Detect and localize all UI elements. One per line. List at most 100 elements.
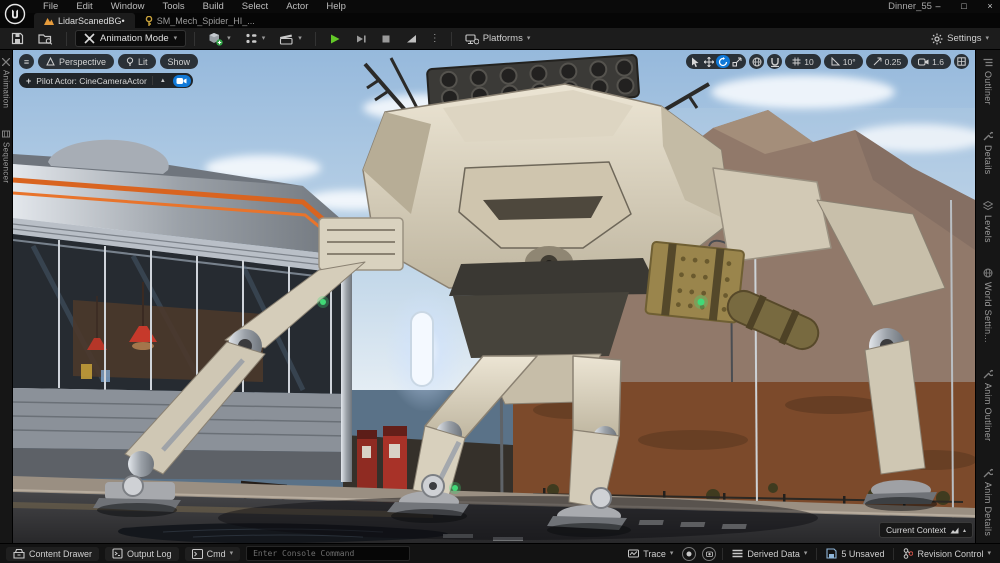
tab-levels-label: Levels (983, 215, 993, 243)
platforms-dropdown[interactable]: Platforms ▾ (460, 31, 536, 47)
add-actor-button[interactable]: ▾ (203, 30, 236, 48)
world-local-toggle[interactable] (749, 54, 764, 69)
trace-dropdown[interactable]: Trace ▾ (625, 549, 676, 559)
menu-actor[interactable]: Actor (277, 0, 317, 13)
chevron-down-icon: ▾ (298, 35, 302, 42)
pilot-actor-bar[interactable]: + Pilot Actor: CineCameraActor ▲ (19, 73, 193, 88)
rotate-icon (718, 57, 728, 67)
tab-animation[interactable]: Animation (2, 58, 11, 108)
select-tool[interactable] (688, 55, 702, 68)
maximize-viewport-button[interactable] (954, 54, 969, 69)
scale-tool[interactable] (730, 55, 744, 68)
world-settings-icon (983, 268, 993, 278)
cinematics-button[interactable]: ▾ (274, 31, 307, 47)
chevron-down-icon: ▾ (174, 35, 178, 42)
unreal-engine-logo[interactable] (4, 3, 26, 25)
content-drawer-button[interactable]: Content Drawer (6, 547, 99, 561)
toolbar-separator (315, 32, 316, 46)
menu-help[interactable]: Help (317, 0, 355, 13)
trace-label: Trace (643, 549, 666, 559)
settings-dropdown[interactable]: Settings ▾ (926, 31, 994, 47)
save-icon (11, 32, 24, 45)
viewport-toolbar-right: 10 10° 0.25 (686, 54, 969, 69)
console-command-input[interactable] (246, 546, 410, 561)
minimize-icon[interactable]: – (932, 0, 944, 13)
unreal-editor-window: File Edit Window Tools Build Select Acto… (0, 0, 1000, 563)
mode-icon (84, 33, 95, 44)
move-tool[interactable] (702, 55, 716, 68)
content-drawer-icon (13, 548, 25, 559)
screenshot-button[interactable] (702, 547, 716, 561)
menu-select[interactable]: Select (233, 0, 277, 13)
move-icon (704, 57, 714, 67)
rotation-snap-control[interactable]: 10° (824, 54, 863, 69)
play-button[interactable] (324, 31, 346, 47)
editor-mode-dropdown[interactable]: Animation Mode ▾ (75, 30, 186, 47)
browse-content-button[interactable] (33, 30, 58, 47)
scale-snap-control[interactable]: 0.25 (866, 54, 909, 69)
revision-control-dropdown[interactable]: Revision Control ▾ (900, 548, 994, 559)
chevron-down-icon: ▾ (670, 550, 674, 557)
play-options-menu[interactable]: ⋮ (427, 33, 443, 44)
insights-record-button[interactable] (682, 547, 696, 561)
menu-file[interactable]: File (34, 0, 67, 13)
maximize-icon[interactable]: □ (958, 0, 970, 13)
stop-button[interactable] (376, 32, 396, 46)
tab-static-mesh[interactable]: SM_Mech_Spider_HI_... (135, 13, 265, 28)
cmd-dropdown[interactable]: Cmd ▾ (185, 547, 241, 561)
output-log-button[interactable]: Output Log (105, 547, 179, 561)
tab-static-mesh-label: SM_Mech_Spider_HI_... (157, 16, 255, 26)
frame-skip-icon (355, 33, 367, 45)
surface-snapping-toggle[interactable] (767, 54, 782, 69)
grid-snap-icon (792, 57, 801, 66)
perspective-dropdown[interactable]: Perspective (38, 54, 114, 69)
surface-snap-icon (770, 57, 780, 67)
right-dock-strip: Outliner Details Levels (975, 50, 1000, 543)
unsaved-button[interactable]: 5 Unsaved (823, 548, 887, 559)
tab-details[interactable]: Details (983, 131, 993, 175)
title-bar: File Edit Window Tools Build Select Acto… (0, 0, 1000, 13)
grid-snap-control[interactable]: 10 (785, 54, 820, 69)
menu-window[interactable]: Window (102, 0, 154, 13)
close-icon[interactable]: × (984, 0, 996, 13)
menu-tools[interactable]: Tools (153, 0, 193, 13)
blueprints-button[interactable]: ▾ (240, 30, 271, 47)
current-context-button[interactable]: Current Context ▴ (879, 522, 973, 538)
tab-outliner[interactable]: Outliner (983, 58, 993, 105)
tab-levels[interactable]: Levels (983, 201, 993, 243)
show-dropdown[interactable]: Show (160, 54, 199, 69)
menu-build[interactable]: Build (194, 0, 233, 13)
eject-pilot-icon[interactable]: ▲ (158, 78, 168, 84)
cursor-icon (691, 57, 700, 67)
chevron-down-icon: ▾ (227, 35, 231, 42)
chevron-down-icon: ▾ (230, 550, 234, 557)
sequencer-icon (2, 130, 10, 138)
eject-advance-button[interactable] (400, 31, 423, 46)
stop-icon (381, 34, 391, 44)
tab-level[interactable]: LidarScanedBG• (34, 13, 135, 28)
grid-snap-value: 10 (804, 57, 813, 67)
blueprints-icon (245, 32, 258, 45)
rotate-tool[interactable] (716, 55, 730, 68)
save-button[interactable] (6, 30, 29, 47)
derived-data-dropdown[interactable]: Derived Data ▾ (729, 549, 810, 559)
tab-animation-label: Animation (2, 70, 11, 108)
lit-bulb-icon (126, 57, 134, 66)
frame-skip-button[interactable] (350, 31, 372, 47)
menu-edit[interactable]: Edit (67, 0, 101, 13)
folder-search-icon (38, 32, 53, 45)
cmd-label: Cmd (207, 549, 226, 559)
menu-bar: File Edit Window Tools Build Select Acto… (34, 0, 355, 13)
tab-sequencer[interactable]: Sequencer (2, 130, 11, 183)
chevron-down-icon: ▾ (985, 35, 989, 42)
tab-world-settings[interactable]: World Settin... (983, 268, 993, 343)
lit-dropdown[interactable]: Lit (118, 54, 156, 69)
camera-speed-control[interactable]: 1.6 (911, 54, 951, 69)
viewport[interactable]: ≡ Perspective Lit Show (13, 50, 975, 543)
tab-anim-details[interactable]: Anim Details (983, 468, 993, 536)
camera-view-toggle[interactable] (173, 75, 191, 87)
show-label: Show (168, 57, 191, 67)
viewport-options-menu[interactable]: ≡ (19, 54, 34, 69)
tab-anim-outliner[interactable]: Anim Outliner (983, 369, 993, 441)
revision-control-label: Revision Control (917, 549, 983, 559)
